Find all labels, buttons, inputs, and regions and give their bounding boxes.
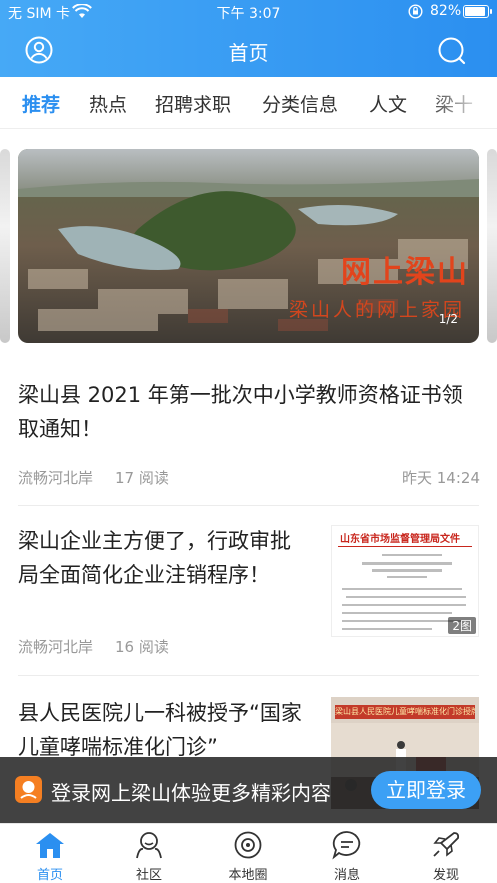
battery-icon [463,5,492,18]
article-item[interactable]: 梁山企业主方便了，行政审批局全面简化企业注销程序！ [18,524,308,592]
tabs-fade [427,77,497,128]
nav-label: 首页 [36,868,63,883]
article-time: 昨天 14:24 [402,469,480,487]
banner-title: 网上梁山 [341,255,469,290]
tab-culture[interactable]: 人文 [369,90,407,117]
carousel-next-card[interactable] [487,149,497,343]
divider [18,505,479,506]
article-item[interactable]: 梁山县 2021 年第一批次中小学教师资格证书领取通知！ [18,378,479,446]
article-thumbnail[interactable]: 山东省市场监督管理局文件 2图 [331,525,479,637]
nav-messages[interactable]: 消息 [297,824,397,883]
carousel-prev-card[interactable] [0,149,10,343]
home-icon [36,833,64,858]
tab-hot[interactable]: 热点 [89,90,127,117]
article-source: 流畅河北岸 [18,638,94,656]
search-icon[interactable] [437,36,467,66]
category-tabs: 推荐 热点 招聘求职 分类信息 人文 梁十 [0,77,497,129]
top-bar: 无 SIM 卡 下午 3:07 82% 首页 [0,0,497,77]
article-reads: 17 阅读 [115,469,169,487]
banner-page-indicator: 1/2 [438,312,458,326]
app-logo-icon [15,776,42,803]
article-reads: 16 阅读 [115,638,169,656]
orientation-lock-icon [408,4,423,19]
message-icon [332,831,361,860]
article-title: 县人民医院儿一科被授予“国家儿童哮喘标准化门诊” [18,701,302,759]
article-title: 梁山县 2021 年第一批次中小学教师资格证书领取通知！ [18,383,463,441]
local-circle-icon [234,831,262,859]
login-prompt-message: 登录网上梁山体验更多精彩内容 [51,781,331,805]
tab-jobs[interactable]: 招聘求职 [155,90,231,117]
community-icon [136,832,162,859]
nav-local-circle[interactable]: 本地圈 [198,824,298,883]
article-title: 梁山企业主方便了，行政审批局全面简化企业注销程序！ [18,529,291,587]
status-bar: 无 SIM 卡 下午 3:07 82% [0,0,497,24]
article-source: 流畅河北岸 [18,469,94,487]
nav-home[interactable]: 首页 [0,824,100,883]
nav-discover[interactable]: 发现 [396,824,496,883]
bottom-nav: 首页 社区 本地圈 消息 发现 [0,823,497,883]
banner-carousel[interactable]: 网上梁山 梁山人的网上家园 1/2 [18,149,479,343]
page-title: 首页 [228,41,269,65]
nav-label: 本地圈 [228,868,268,883]
login-prompt-bar: 登录网上梁山体验更多精彩内容 立即登录 [0,757,497,823]
nav-label: 发现 [432,868,459,883]
divider [18,675,479,676]
nav-label: 消息 [333,868,360,883]
thumb-image-count-badge: 2图 [448,617,476,634]
nav-label: 社区 [135,868,162,883]
tab-classifieds[interactable]: 分类信息 [262,90,338,117]
battery-percent: 82% [430,3,462,19]
login-button[interactable]: 立即登录 [371,771,481,809]
article-item[interactable]: 县人民医院儿一科被授予“国家儿童哮喘标准化门诊” [18,696,308,764]
discover-icon [433,832,460,857]
tab-recommend[interactable]: 推荐 [22,90,60,117]
nav-community[interactable]: 社区 [99,824,199,883]
